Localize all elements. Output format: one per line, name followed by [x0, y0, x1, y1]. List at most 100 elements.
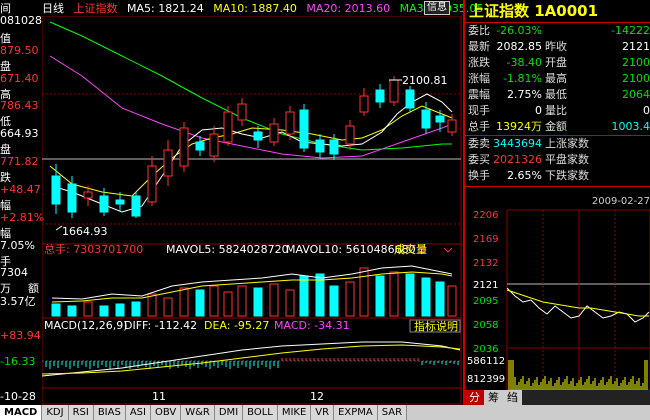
candle-down	[315, 139, 325, 153]
quote-value: 2082.85	[496, 40, 543, 53]
left-val-5: 771.82	[0, 155, 39, 168]
macd-value: MACD: -34.31	[274, 319, 350, 332]
low-label: 1664.93	[62, 225, 108, 238]
quote-row: 委卖 3443694 上涨家数	[465, 136, 650, 152]
indicator-tab-boll[interactable]: BOLL	[243, 405, 278, 420]
divider	[465, 186, 650, 187]
intraday-price-tick: 2121	[473, 280, 499, 291]
mavol5-value: MAVOL5: 5824028720	[166, 243, 289, 256]
indicator-tab-bias[interactable]: BIAS	[93, 405, 126, 420]
volume-bar	[99, 305, 109, 317]
candle-down	[115, 199, 125, 205]
intraday-price-line	[506, 287, 650, 323]
volume-bar	[421, 277, 431, 317]
panel-tab-third[interactable]: 绉	[503, 390, 522, 405]
quote-label: 现手	[468, 104, 490, 117]
indicator-tab-mike[interactable]: MIKE	[277, 405, 312, 420]
kline-chart[interactable]: 2100.81 1664.93 总手: 7303701700 MAVOL5: 5…	[42, 16, 462, 405]
candle-down	[253, 131, 263, 141]
left-val-9: 7304	[0, 266, 28, 279]
info-button[interactable]: 信息	[424, 1, 450, 15]
quote-label-2: 最低	[545, 88, 567, 101]
candle-down	[329, 139, 339, 155]
indicator-tab-kdj[interactable]: KDJ	[42, 405, 69, 420]
quote-value: 2021326	[493, 153, 542, 166]
volume-bar	[285, 289, 295, 317]
quote-label: 总手	[468, 120, 490, 133]
volume-bar	[195, 289, 205, 317]
volume-bar	[405, 273, 415, 317]
indicator-tab-expma[interactable]: EXPMA	[334, 405, 378, 420]
quote-label-2: 下跌家数	[545, 169, 589, 182]
ma20-line	[49, 55, 453, 159]
macd-diff: DIFF: -112.42	[124, 319, 197, 332]
volume-bar	[237, 285, 247, 317]
indicator-tab-wr[interactable]: W&R	[181, 405, 215, 420]
panel-tab-chou[interactable]: 筹	[484, 390, 503, 405]
left-val-1: 879.50	[0, 44, 39, 57]
volume-bar	[209, 285, 219, 317]
quote-row: 总手 13924万 金额 1003.4	[465, 119, 650, 135]
dropdown-arrow-icon[interactable]	[443, 247, 453, 253]
indicator-tab-macd[interactable]: MACD	[0, 405, 43, 420]
quote-label-2: 最高	[545, 72, 567, 85]
macd-diff-line	[42, 341, 461, 377]
index-name: 上证指数	[73, 2, 118, 15]
candle-up	[223, 111, 233, 143]
high-label: 2100.81	[402, 74, 448, 87]
intraday-chart[interactable]: 2009-02-27 2206 2169 2132 2121 2095 2058 2036 5…	[465, 196, 650, 390]
x-month-11: 11	[152, 390, 166, 403]
ma-legend-bar: 日线 上证指数 MA5: 1821.24 MA10: 1887.40 MA20:…	[42, 0, 483, 16]
quote-label-2: 平盘家数	[545, 153, 589, 166]
quote-panel: 上证指数 1A0001 委比 -26.03% -14222 最新 2082.85 昨收 21…	[463, 0, 650, 405]
left-date-top: 081028	[0, 14, 42, 27]
intraday-price-tick: 2036	[473, 344, 499, 355]
period-label[interactable]: 日线	[42, 2, 64, 15]
volume-bar	[253, 287, 263, 317]
quote-value-2: -14222	[611, 24, 650, 37]
indicator-tab-dmi[interactable]: DMI	[214, 405, 244, 420]
intraday-price-tick: 2095	[473, 296, 499, 307]
indicator-tab-sar[interactable]: SAR	[377, 405, 408, 420]
quote-value: -26.03%	[496, 24, 542, 37]
volume-bars	[51, 267, 457, 317]
quote-label-2: 开盘	[545, 56, 567, 69]
indicator-tabs: MACD KDJ RSI BIAS ASI OBV W&R DMI BOLL MIKE VR EXPM…	[0, 405, 650, 420]
panel-tab-fen[interactable]: 分	[465, 390, 484, 405]
intraday-price-tick: 2132	[473, 258, 499, 269]
quote-label: 委买	[468, 153, 490, 166]
candle-down	[67, 183, 77, 213]
quote-value: -1.81%	[503, 72, 542, 85]
indicator-tab-asi[interactable]: ASI	[125, 405, 151, 420]
indicator-help-label[interactable]: 指标说明	[414, 319, 458, 333]
indicator-tab-rsi[interactable]: RSI	[68, 405, 94, 420]
volume-bar	[375, 275, 385, 317]
intraday-volume	[508, 360, 648, 390]
indicator-tab-obv[interactable]: OBV	[150, 405, 182, 420]
candle-up	[147, 165, 157, 203]
left-val-6: +48.47	[0, 183, 41, 196]
candle-down	[51, 175, 61, 205]
quote-label-2: 上涨家数	[545, 137, 589, 150]
volume-indicator-label[interactable]: 成交量	[394, 242, 427, 256]
quote-label: 委比	[468, 24, 490, 37]
candle-up	[209, 133, 219, 157]
intraday-price-tick: 2058	[473, 320, 499, 331]
volume-bar	[359, 267, 369, 317]
candle-up	[83, 191, 93, 199]
candle-down	[435, 115, 445, 123]
volume-bar	[435, 281, 445, 317]
volume-bar	[223, 291, 233, 317]
left-val-2: 671.40	[0, 72, 39, 85]
left-val-3: 786.43	[0, 99, 39, 112]
quote-value-2: 2100	[622, 72, 650, 85]
quote-label: 最新	[468, 40, 490, 53]
intraday-vol-tick: 812399	[467, 374, 506, 385]
volume-bar	[51, 303, 61, 317]
candle-down	[99, 195, 109, 213]
candle-down	[131, 195, 141, 217]
quote-label-2: 金额	[545, 120, 567, 133]
candle-down	[421, 109, 431, 129]
candle-up	[447, 119, 457, 133]
indicator-tab-vr[interactable]: VR	[311, 405, 335, 420]
